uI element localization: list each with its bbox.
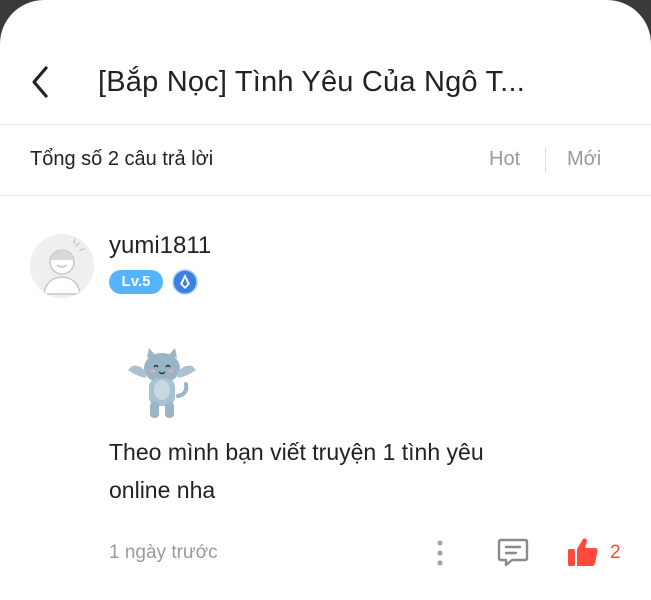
sort-new-tab[interactable]: Mới: [567, 148, 601, 171]
cat-sticker-image: [128, 348, 196, 418]
answer-text: Theo mình bạn viết truyện 1 tình yêu onl…: [109, 439, 484, 503]
like-count: 2: [610, 542, 621, 563]
username[interactable]: yumi1811: [109, 232, 211, 260]
sort-hot-tab[interactable]: Hot: [489, 148, 520, 171]
sort-divider: [545, 148, 546, 172]
answer-count-label: Tổng số 2 câu trả lời: [30, 148, 214, 170]
avatar[interactable]: [30, 234, 94, 298]
page-title: [Bắp Nọc] Tình Yêu Của Ngô T...: [98, 66, 525, 98]
default-avatar-icon: [30, 234, 94, 298]
answers-sheet: [Bắp Nọc] Tình Yêu Của Ngô T... Tổng số …: [0, 0, 651, 600]
header-bar: [Bắp Nọc] Tình Yêu Của Ngô T...: [0, 40, 651, 125]
medal-icon: [172, 269, 198, 295]
answer-timestamp: 1 ngày trước: [109, 542, 218, 563]
thumbs-up-icon[interactable]: [566, 535, 600, 569]
more-icon[interactable]: [428, 536, 452, 570]
level-badge: Lv.5: [109, 270, 163, 294]
comment-icon[interactable]: [496, 535, 530, 569]
answers-summary-bar: Tổng số 2 câu trả lời Hot Mới: [0, 124, 651, 196]
back-arrow-icon[interactable]: [26, 62, 56, 102]
